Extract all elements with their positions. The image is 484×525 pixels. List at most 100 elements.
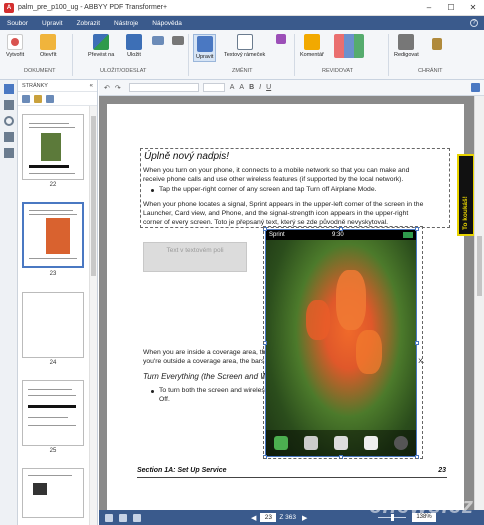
- thumb-text-line: [28, 395, 76, 396]
- protect-button[interactable]: [432, 38, 442, 52]
- redact-button[interactable]: Redigovat: [394, 34, 419, 58]
- thumb-text-line: [29, 123, 69, 124]
- convert-icon: [93, 34, 110, 50]
- save-button[interactable]: Uložit: [126, 34, 142, 58]
- maximize-button[interactable]: ☐: [440, 0, 462, 16]
- menu-soubor[interactable]: Soubor: [0, 20, 35, 27]
- footer-rule: [137, 477, 447, 478]
- page-footer-section: Section 1A: Set Up Service: [137, 467, 227, 474]
- redact-icon: [398, 34, 415, 50]
- view-facing-icon[interactable]: [133, 513, 141, 522]
- prev-page-icon[interactable]: ◀: [251, 514, 256, 522]
- pages-icon[interactable]: [3, 84, 14, 94]
- ribbon-separator: [388, 34, 389, 76]
- ribbon: Vytvořit Otevřít Převést na Uložit Uprav…: [0, 30, 484, 80]
- panel-toggle-icon[interactable]: [471, 83, 480, 92]
- textbox-button[interactable]: Textový rámeček: [224, 34, 265, 58]
- bookmark-icon[interactable]: [3, 100, 14, 110]
- window-controls: – ☐ ✕: [418, 0, 484, 16]
- pages-scrollbar-thumb[interactable]: [91, 116, 96, 276]
- next-page-icon[interactable]: ▶: [302, 514, 307, 522]
- page-thumbnail[interactable]: [22, 468, 84, 518]
- font-size-down-button[interactable]: A: [239, 84, 244, 91]
- italic-button[interactable]: I: [259, 84, 261, 91]
- open-button[interactable]: Otevřít: [40, 34, 57, 58]
- print-button[interactable]: [172, 36, 184, 47]
- print-icon: [172, 36, 184, 45]
- create-button[interactable]: Vytvořit: [6, 34, 24, 58]
- font-family-select[interactable]: [128, 83, 199, 92]
- menu-nastroje[interactable]: Nástroje: [107, 20, 145, 27]
- convert-button[interactable]: Převést na: [88, 34, 114, 58]
- insert-page-icon[interactable]: [22, 94, 30, 103]
- text-box[interactable]: Text v textovém poli: [143, 242, 247, 272]
- edit-label: Upravit: [196, 54, 214, 60]
- edit-region-frame: [140, 148, 450, 228]
- underline-button[interactable]: U: [266, 84, 271, 91]
- markup-tools[interactable]: [334, 34, 364, 60]
- draw-tool-button[interactable]: [276, 34, 286, 46]
- page-footer-number: 23: [438, 467, 446, 474]
- delete-page-icon[interactable]: [34, 94, 42, 103]
- comment-button[interactable]: Komentář: [300, 34, 324, 58]
- font-size-select[interactable]: [202, 83, 225, 92]
- create-icon: [7, 34, 24, 50]
- highlight-icon: [334, 34, 364, 58]
- ribbon-separator: [188, 34, 189, 76]
- search-icon[interactable]: [3, 116, 14, 126]
- thumb-image: [41, 133, 61, 161]
- page-thumbnail[interactable]: [22, 292, 84, 358]
- save-label: Uložit: [127, 52, 141, 58]
- signature-icon[interactable]: [3, 148, 14, 158]
- document-scrollbar-thumb[interactable]: [477, 236, 482, 296]
- undo-button[interactable]: ↶: [104, 84, 110, 92]
- thumb-image: [46, 218, 70, 254]
- convert-label: Převést na: [88, 52, 115, 58]
- email-icon: [152, 36, 164, 45]
- sticky-note[interactable]: To koukáš!: [457, 154, 474, 236]
- save-icon: [126, 34, 142, 50]
- redo-button[interactable]: ↷: [115, 84, 121, 92]
- ribbon-separator: [72, 34, 73, 76]
- close-button[interactable]: ✕: [462, 0, 484, 16]
- document-canvas[interactable]: Úplně nový nadpis! When you turn on your…: [99, 96, 474, 510]
- page-number-input[interactable]: 23: [260, 513, 277, 522]
- page-thumbnail[interactable]: [22, 114, 84, 180]
- bullet-text[interactable]: Off.: [159, 395, 170, 404]
- group-save-send: ULOŽIT/ODESLAT: [100, 68, 147, 74]
- pages-scrollbar[interactable]: [89, 106, 97, 525]
- thumb-text-line: [28, 405, 76, 408]
- bold-button[interactable]: B: [249, 84, 254, 91]
- view-single-icon[interactable]: [105, 513, 113, 522]
- email-button[interactable]: [152, 36, 164, 47]
- page-thumbnail[interactable]: [22, 380, 84, 446]
- menu-upravit[interactable]: Upravit: [35, 20, 70, 27]
- sticky-note-text: To koukáš!: [462, 196, 469, 230]
- document-page[interactable]: Úplně nový nadpis! When you turn on your…: [107, 104, 474, 510]
- thumb-text-line: [29, 173, 75, 174]
- bullet-dot: [151, 390, 154, 393]
- comment-label: Komentář: [300, 52, 324, 58]
- page-thumbnail-label: 23: [49, 271, 57, 277]
- app-icon: A: [4, 2, 14, 13]
- left-icon-sidebar: [0, 80, 18, 525]
- menu-napoveda[interactable]: Nápověda: [145, 20, 189, 27]
- edit-button[interactable]: Upravit: [193, 34, 217, 62]
- minimize-button[interactable]: –: [418, 0, 440, 16]
- panel-close-icon[interactable]: «: [90, 83, 93, 89]
- help-icon[interactable]: ?: [470, 19, 478, 27]
- rotate-page-icon[interactable]: [46, 94, 54, 103]
- watermark-logo: cnews.cz: [369, 493, 474, 518]
- thumb-text-line: [29, 214, 77, 215]
- attachment-icon[interactable]: [3, 132, 14, 142]
- thumb-image: [33, 483, 47, 495]
- group-review: REVIDOVAT: [322, 68, 353, 74]
- lock-icon: [432, 38, 442, 50]
- textbox-icon: [236, 34, 253, 50]
- menu-zobrazit[interactable]: Zobrazit: [70, 20, 107, 27]
- view-continuous-icon[interactable]: [119, 513, 127, 522]
- page-thumbnail-selected[interactable]: [22, 202, 84, 268]
- document-scrollbar[interactable]: [474, 96, 484, 510]
- font-size-up-button[interactable]: A: [230, 84, 235, 91]
- thumb-text-line: [29, 210, 73, 211]
